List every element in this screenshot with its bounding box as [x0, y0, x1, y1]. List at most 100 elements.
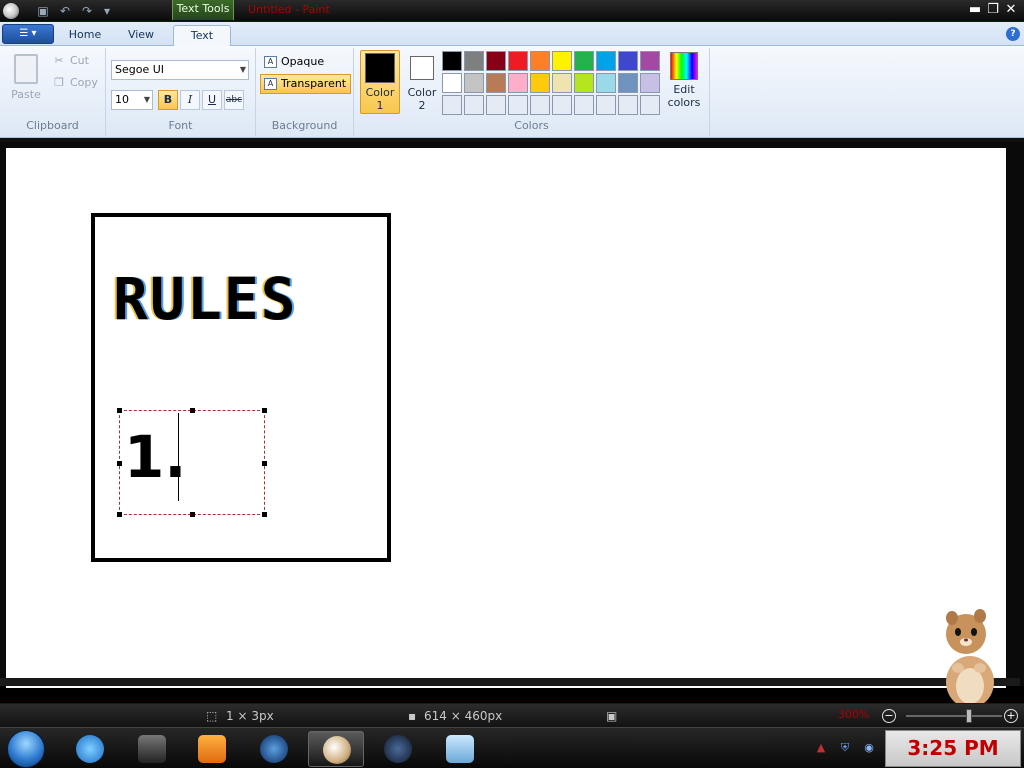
taskbar-app-2[interactable]: [124, 731, 180, 767]
close-button[interactable]: ✕: [1002, 1, 1020, 19]
palette-swatch-10[interactable]: [442, 73, 462, 93]
palette-swatch-19[interactable]: [640, 73, 660, 93]
cut-label: Cut: [70, 54, 89, 67]
palette-swatch-0[interactable]: [442, 51, 462, 71]
tab-view[interactable]: View: [116, 25, 166, 46]
volume-icon[interactable]: ◉: [862, 741, 876, 755]
palette-swatch-22[interactable]: [486, 95, 506, 115]
taskbar-browser-globe[interactable]: [246, 731, 302, 767]
palette-swatch-26[interactable]: [574, 95, 594, 115]
palette-swatch-25[interactable]: [552, 95, 572, 115]
palette-swatch-14[interactable]: [530, 73, 550, 93]
drawing-canvas[interactable]: RULES 1.: [6, 148, 1006, 688]
copy-label: Copy: [70, 76, 98, 89]
resize-handle-ne[interactable]: [262, 408, 267, 413]
restore-button[interactable]: ❐: [984, 1, 1002, 19]
resize-handle-sw[interactable]: [117, 512, 122, 517]
palette-swatch-3[interactable]: [508, 51, 528, 71]
color-2-button[interactable]: Color 2: [402, 50, 442, 114]
paste-button[interactable]: Paste: [8, 52, 44, 104]
horizontal-scrollbar[interactable]: [0, 678, 1020, 686]
palette-swatch-12[interactable]: [486, 73, 506, 93]
copy-button[interactable]: ❐ Copy: [52, 74, 98, 92]
palette-swatch-13[interactable]: [508, 73, 528, 93]
color-palette: [442, 51, 660, 115]
font-size-select[interactable]: 10 ▼: [111, 90, 153, 110]
redo-icon[interactable]: ↷: [78, 3, 96, 19]
tab-text[interactable]: Text: [173, 25, 231, 47]
paint-menu-button[interactable]: ☰ ▾: [2, 24, 54, 44]
underline-button[interactable]: U: [202, 90, 222, 110]
transparent-label: Transparent: [281, 77, 347, 90]
tray-expand-icon[interactable]: ▲: [814, 741, 828, 755]
taskbar-app-7[interactable]: [432, 731, 488, 767]
palette-swatch-21[interactable]: [464, 95, 484, 115]
hamster-mascot-icon[interactable]: [936, 604, 1006, 708]
palette-swatch-15[interactable]: [552, 73, 572, 93]
transparent-button[interactable]: A Transparent: [260, 74, 352, 94]
opaque-button[interactable]: A Opaque: [260, 52, 329, 72]
palette-swatch-23[interactable]: [508, 95, 528, 115]
shield-icon[interactable]: ⛨: [838, 741, 852, 755]
font-group-label: Font: [168, 119, 193, 132]
font-family-select[interactable]: Segoe UI ▼: [111, 60, 249, 80]
undo-icon[interactable]: ↶: [56, 3, 74, 19]
edit-colors-button[interactable]: Edit colors: [664, 50, 704, 114]
palette-swatch-16[interactable]: [574, 73, 594, 93]
palette-swatch-27[interactable]: [596, 95, 616, 115]
minimize-button[interactable]: ▬: [966, 1, 984, 19]
palette-swatch-8[interactable]: [618, 51, 638, 71]
resize-handle-nw[interactable]: [117, 408, 122, 413]
palette-swatch-28[interactable]: [618, 95, 638, 115]
clipboard-group-label: Clipboard: [26, 119, 79, 132]
save-icon[interactable]: ▣: [34, 3, 52, 19]
color-1-label-line2: 1: [376, 99, 384, 112]
color-1-button[interactable]: Color 1: [360, 50, 400, 114]
resize-handle-n[interactable]: [190, 408, 195, 413]
paint-app-icon[interactable]: [3, 3, 19, 19]
dark-globe-icon: [384, 735, 412, 763]
tab-home[interactable]: Home: [60, 25, 110, 46]
zoom-slider-thumb[interactable]: [966, 709, 972, 723]
opaque-label: Opaque: [281, 55, 325, 68]
palette-swatch-4[interactable]: [530, 51, 550, 71]
start-button[interactable]: [7, 730, 45, 768]
zoom-in-button[interactable]: +: [1004, 709, 1018, 723]
palette-swatch-20[interactable]: [442, 95, 462, 115]
zoom-out-button[interactable]: −: [882, 709, 896, 723]
help-icon[interactable]: ?: [1006, 27, 1020, 41]
taskbar-clock[interactable]: 3:25 PM: [885, 730, 1021, 767]
zoom-slider-track[interactable]: [906, 715, 1002, 717]
text-entry-box[interactable]: 1.: [117, 408, 267, 517]
palette-swatch-24[interactable]: [530, 95, 550, 115]
palette-swatch-1[interactable]: [464, 51, 484, 71]
bold-button[interactable]: B: [158, 90, 178, 110]
palette-swatch-17[interactable]: [596, 73, 616, 93]
taskbar-media-player[interactable]: [184, 731, 240, 767]
palette-swatch-11[interactable]: [464, 73, 484, 93]
canvas-workspace: RULES 1.: [0, 138, 1024, 688]
palette-swatch-2[interactable]: [486, 51, 506, 71]
italic-button[interactable]: I: [180, 90, 200, 110]
cut-button[interactable]: ✂ Cut: [52, 52, 89, 70]
palette-swatch-29[interactable]: [640, 95, 660, 115]
taskbar-app-6[interactable]: [370, 731, 426, 767]
color-1-swatch: [365, 53, 395, 83]
resize-handle-se[interactable]: [262, 512, 267, 517]
selection-size-icon: ⬚: [206, 709, 218, 723]
resize-handle-e[interactable]: [262, 461, 267, 466]
palette-swatch-18[interactable]: [618, 73, 638, 93]
palette-swatch-7[interactable]: [596, 51, 616, 71]
resize-handle-w[interactable]: [117, 461, 122, 466]
text-caret: [178, 413, 179, 501]
file-size-icon: ▣: [606, 709, 618, 723]
taskbar-paint[interactable]: [308, 731, 364, 767]
palette-swatch-9[interactable]: [640, 51, 660, 71]
resize-handle-s[interactable]: [190, 512, 195, 517]
strikethrough-button[interactable]: abc: [224, 90, 244, 110]
palette-swatch-6[interactable]: [574, 51, 594, 71]
palette-swatch-5[interactable]: [552, 51, 572, 71]
quick-access-dropdown-icon[interactable]: ▾: [98, 3, 116, 19]
taskbar-internet-explorer[interactable]: [62, 731, 118, 767]
edit-colors-label-line2: colors: [667, 96, 701, 109]
